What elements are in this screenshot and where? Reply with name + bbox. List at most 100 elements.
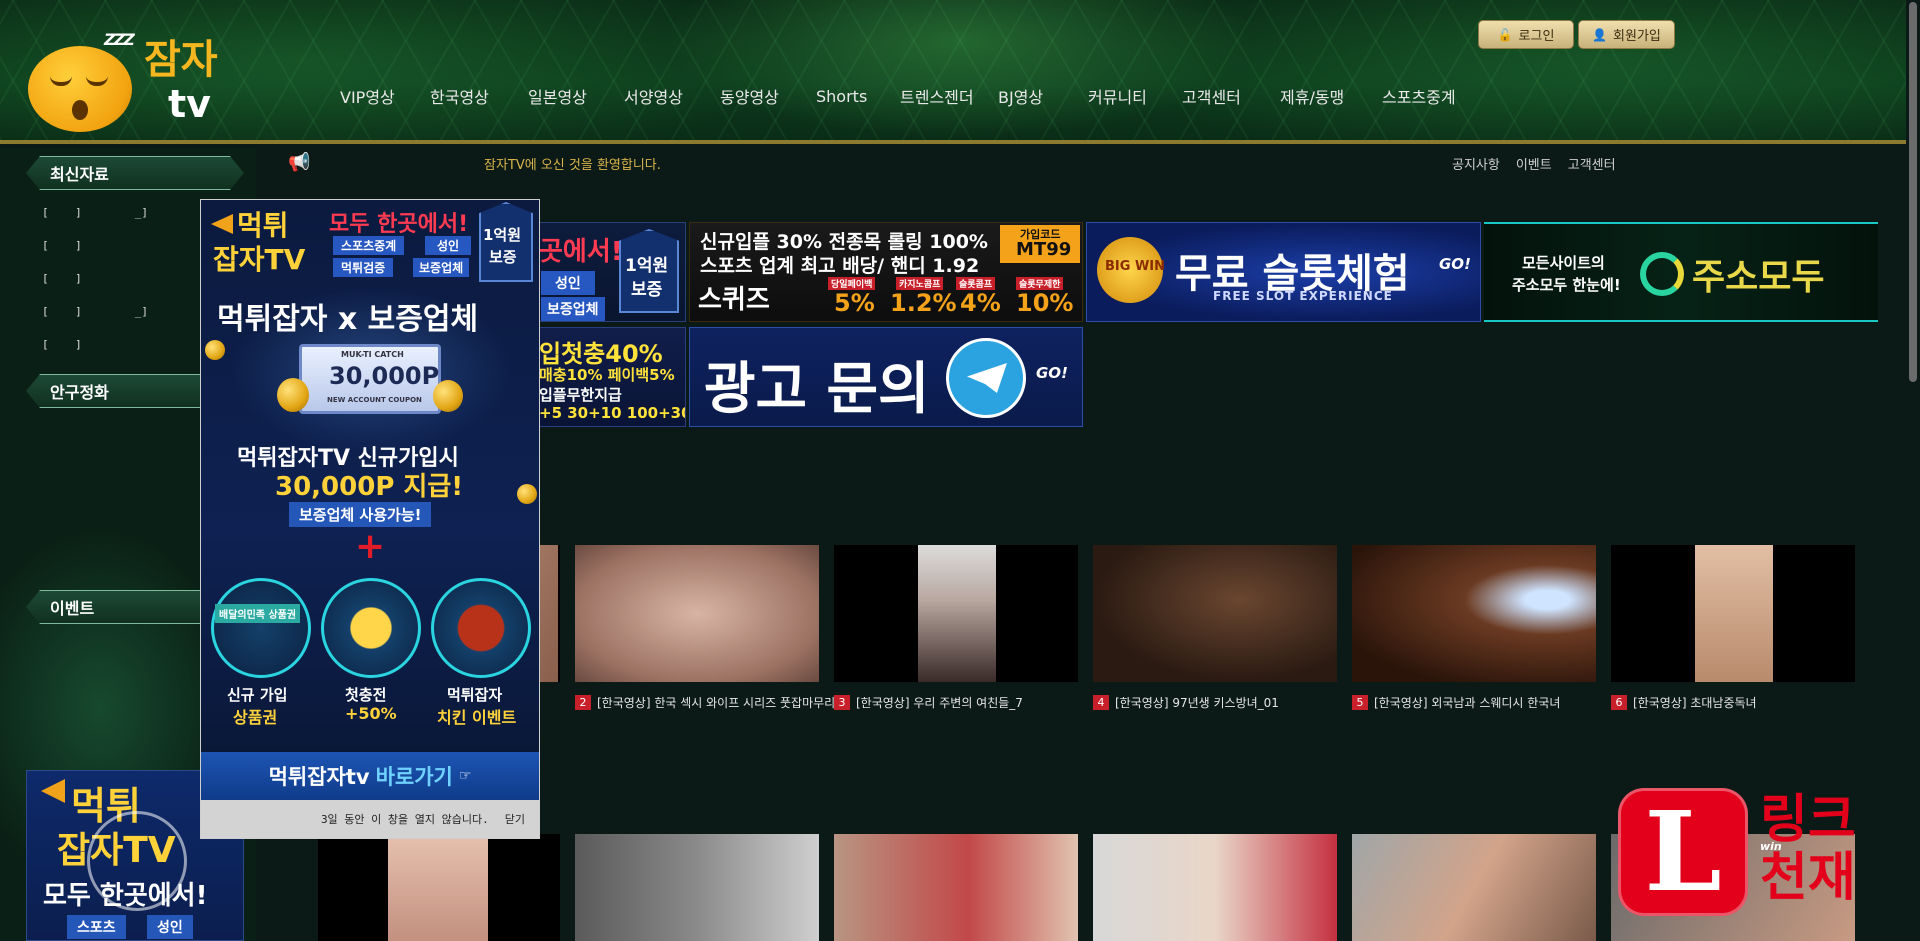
nav-korean[interactable]: 한국영상	[430, 84, 528, 108]
unlock-icon: 🔓	[1497, 27, 1513, 42]
rank-badge: 3	[834, 694, 850, 710]
video-title: [한국영상] 우리 주변의 여친들_7	[856, 695, 1023, 710]
video-thumb-9[interactable]	[834, 834, 1078, 941]
nav-bj[interactable]: BJ영상	[998, 84, 1088, 108]
signup-button[interactable]: 👤 회원가입	[1578, 20, 1675, 49]
video-thumb-8[interactable]	[575, 834, 819, 941]
ad-inquiry-go: GO!	[1036, 364, 1068, 382]
video-title: [한국영상] 97년생 키스방녀_01	[1115, 695, 1279, 710]
scrollbar-thumb[interactable]	[1909, 2, 1917, 382]
popup-banner[interactable]: 먹튀 잡자TV 모두 한곳에서! 스포츠중계 성인 먹튀검증 보증업체 1억원 …	[201, 200, 539, 752]
popup-promo3: 보증업체 사용가능!	[289, 502, 432, 527]
site-logo[interactable]: ZZZ 잠자 tv	[28, 30, 238, 133]
ad-slot-sub: FREE SLOT EXPERIENCE	[1213, 289, 1393, 303]
link-support[interactable]: 고객센터	[1568, 154, 1616, 173]
link-notice[interactable]: 공지사항	[1452, 154, 1500, 173]
popup-cta-prefix: 먹튀잡자tv	[268, 765, 370, 789]
signup-label: 회원가입	[1613, 29, 1661, 44]
video-caption-2[interactable]: 2 [한국영상] 한국 섹시 와이프 시리즈 풋잡마무리	[575, 694, 835, 710]
nav-sports-live[interactable]: 스포츠중계	[1382, 84, 1492, 108]
page-scrollbar[interactable]	[1906, 0, 1920, 941]
video-thumb-5[interactable]	[1352, 545, 1596, 682]
list-item[interactable]: [ ]	[42, 328, 222, 361]
sidebar-banner-tag2: 성인	[147, 915, 193, 939]
popup-tag-1: 스포츠중계	[333, 236, 405, 255]
add-user-icon: 👤	[1592, 27, 1608, 42]
popup-cta-highlight: 바로가기	[375, 765, 453, 789]
ad-betting-badge1: 1억원	[625, 256, 669, 276]
coins-icon	[321, 578, 421, 678]
list-item[interactable]: [ ]	[42, 229, 222, 262]
nav-japanese[interactable]: 일본영상	[528, 84, 624, 108]
ad-jusomodu-line1: 모든사이트의	[1522, 254, 1605, 272]
video-thumb-3[interactable]	[834, 545, 1078, 682]
video-caption-4[interactable]: 4 [한국영상] 97년생 키스방녀_01	[1093, 694, 1279, 710]
video-title: [한국영상] 초대남중독녀	[1633, 695, 1757, 710]
popup-tag-4: 보증업체	[413, 258, 470, 277]
ad-betting-line1: 곳에서!	[539, 237, 623, 267]
list-item[interactable]: [ ] _]	[42, 295, 222, 328]
nav-shorts[interactable]: Shorts	[816, 87, 900, 106]
video-thumb-2[interactable]	[575, 545, 819, 682]
list-item[interactable]: [ ] _]	[42, 196, 222, 229]
link-event[interactable]: 이벤트	[1516, 154, 1552, 173]
auth-buttons: 🔓 로그인 👤 회원가입	[1478, 20, 1675, 49]
ad-slot-badge: BIG WIN	[1105, 259, 1165, 274]
sidebar-banner-tag1: 스포츠	[67, 915, 126, 939]
list-item[interactable]: [ ]	[42, 262, 222, 295]
video-caption-6[interactable]: 6 [한국영상] 초대남중독녀	[1611, 694, 1757, 710]
fish-icon	[211, 214, 233, 234]
video-thumb-7[interactable]	[318, 834, 560, 941]
telegram-icon	[946, 338, 1026, 418]
nav-partnership[interactable]: 제휴/동맹	[1280, 84, 1382, 108]
ad-banner-ad-inquiry[interactable]: 광고 문의 GO!	[689, 327, 1083, 427]
ad-slot-go: GO!	[1439, 255, 1471, 273]
dont-show-3days-button[interactable]: 3일 동안 이 창을 열지 않습니다.	[321, 811, 489, 827]
popup-benefit-title-2: 첫충전	[345, 686, 387, 704]
coin-stack-icon	[433, 380, 463, 412]
nav-western[interactable]: 서양영상	[624, 84, 720, 108]
popup-benefit-title-3: 먹튀잡자	[447, 686, 503, 704]
nav-support[interactable]: 고객센터	[1182, 84, 1280, 108]
ad-banner-jusomodu[interactable]: 모든사이트의 주소모두 한눈에! 주소모두	[1484, 222, 1878, 322]
latest-section-title[interactable]: 최신자료	[26, 156, 244, 190]
ad-betting-tag2: 보증업체	[541, 297, 605, 321]
link-chunjae-badge[interactable]: L 링크 천재 win	[1616, 788, 1896, 918]
popup-go-button[interactable]: 먹튀잡자tv 바로가기 ☞	[201, 752, 539, 800]
login-button[interactable]: 🔓 로그인	[1478, 20, 1574, 49]
fish-icon	[41, 779, 65, 803]
nav-asian[interactable]: 동양영상	[720, 84, 816, 108]
promo-popup: 먹튀 잡자TV 모두 한곳에서! 스포츠중계 성인 먹튀검증 보증업체 1억원 …	[200, 199, 540, 839]
popup-benefit-value-1: 상품권	[233, 708, 278, 727]
popup-close-button[interactable]: 닫기	[505, 811, 525, 827]
nav-transgender[interactable]: 트렌스젠더	[900, 84, 998, 108]
logo-zzz: ZZZ	[104, 30, 135, 49]
popup-promo2: 30,000P 지급!	[275, 472, 464, 502]
ad-skwiz-brand: 스퀴즈	[698, 285, 770, 315]
video-caption-5[interactable]: 5 [한국영상] 외국남과 스웨디시 한국녀	[1352, 694, 1560, 710]
coin-stack-icon	[277, 378, 309, 412]
video-thumb-6[interactable]	[1611, 545, 1855, 682]
ad-banner-first-deposit[interactable]: 입첫충40% 매충10% 페이백5% 입플무한지급 +5 30+10 100+3…	[538, 327, 686, 427]
rank-badge: 5	[1352, 694, 1368, 710]
ad-banner-betting[interactable]: 곳에서! 성인 보증업체 1억원 보증	[538, 222, 686, 322]
popup-brand2: 잡자TV	[213, 243, 306, 276]
nav-vip[interactable]: VIP영상	[340, 84, 430, 108]
latest-list: [ ] _] [ ] [ ] [ ] _] [ ]	[42, 196, 222, 361]
ad-betting-badge2: 보증	[631, 280, 663, 300]
ad-inquiry-title: 광고 문의	[704, 357, 930, 422]
video-thumb-10[interactable]	[1093, 834, 1337, 941]
video-title: [한국영상] 외국남과 스웨디시 한국녀	[1374, 695, 1561, 710]
ad-banner-skwiz[interactable]: 신규입플 30% 전종목 롤링 100% 스포츠 업계 최고 배당/ 핸디 1.…	[689, 222, 1083, 322]
popup-headline: 먹튀잡자 x 보증업체	[217, 302, 479, 337]
popup-tag-3: 먹튀검증	[333, 258, 394, 277]
video-thumb-4[interactable]	[1093, 545, 1337, 682]
popup-ticket-sub: NEW ACCOUNT COUPON	[327, 396, 422, 404]
ad-banner-free-slot[interactable]: BIG WIN 무료 슬롯체험 FREE SLOT EXPERIENCE GO!	[1086, 222, 1481, 322]
logo-name: 잠자	[144, 37, 218, 83]
link-letter: L	[1618, 788, 1748, 916]
video-thumb-11[interactable]	[1352, 834, 1596, 941]
video-caption-3[interactable]: 3 [한국영상] 우리 주변의 여친들_7	[834, 694, 1023, 710]
nav-community[interactable]: 커뮤니티	[1088, 84, 1182, 108]
ad-skwiz-stat-3: 4%	[960, 289, 1001, 317]
